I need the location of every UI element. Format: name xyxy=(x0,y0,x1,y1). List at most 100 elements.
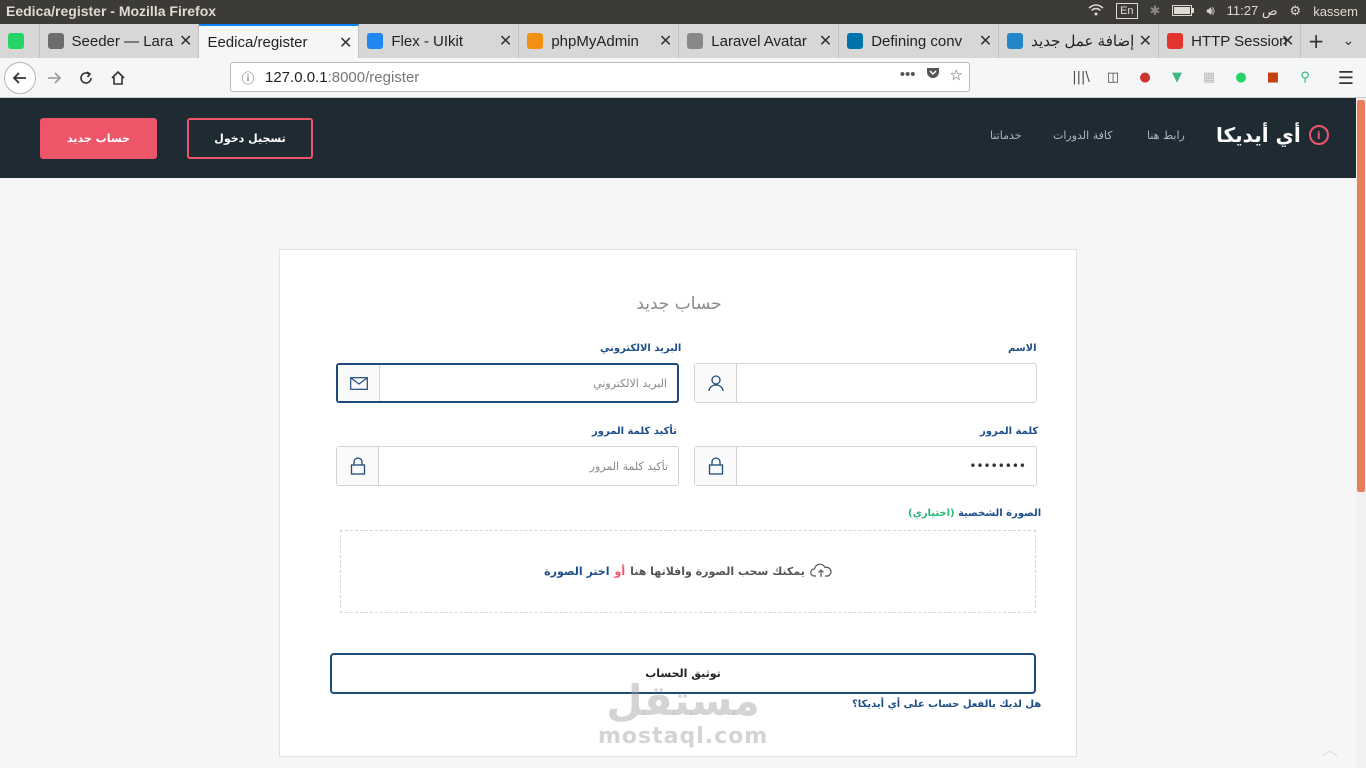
name-input[interactable] xyxy=(737,364,1036,402)
os-top-bar: Eedica/register - Mozilla Firefox En ✱ 🔊… xyxy=(0,0,1366,24)
tab-label: Seeder — Lara xyxy=(71,32,174,50)
nav-contact-link[interactable]: رابط هنا xyxy=(1147,129,1185,142)
user-name[interactable]: kassem xyxy=(1313,4,1358,19)
choose-image-link[interactable]: اختر الصورة xyxy=(544,565,609,578)
system-tray: En ✱ 🔊︎ 11:27 ص ⚙ kassem xyxy=(1088,3,1358,19)
home-button[interactable] xyxy=(102,62,134,94)
tab-close-icon[interactable]: ✕ xyxy=(1139,31,1152,51)
password-input[interactable] xyxy=(737,447,1036,485)
browser-tab[interactable]: إضافة عمل جديد ✕ xyxy=(999,24,1160,58)
bookmark-star-icon[interactable]: ☆ xyxy=(950,66,963,84)
tab-close-icon[interactable]: ✕ xyxy=(499,31,512,51)
tab-favicon-icon xyxy=(687,33,704,49)
browser-tab[interactable]: phpMyAdmin ✕ xyxy=(519,24,680,58)
email-label: البريد الالكتروني xyxy=(600,343,682,354)
tab-label: HTTP Session xyxy=(1191,32,1288,50)
search-extension-icon[interactable]: ⚲ xyxy=(1296,68,1314,86)
form-title: حساب جديد xyxy=(636,294,722,314)
name-label: الاسم xyxy=(1008,343,1037,354)
tab-close-icon[interactable]: ✕ xyxy=(979,31,992,51)
site-info-icon[interactable]: ⓘ xyxy=(231,68,265,87)
battery-icon[interactable] xyxy=(1172,4,1195,19)
list-all-tabs-button[interactable]: ⌄ xyxy=(1331,24,1366,58)
have-account-link[interactable]: هل لديك بالفعل حساب على أي أيديكا؟ xyxy=(852,699,1041,710)
back-button[interactable] xyxy=(4,62,36,94)
page-scrollbar[interactable] xyxy=(1356,98,1366,768)
volume-icon[interactable]: 🔊︎ xyxy=(1206,3,1214,19)
wifi-icon[interactable] xyxy=(1088,3,1104,19)
extension-grid-icon[interactable]: ▦ xyxy=(1200,68,1218,86)
url-path: :8000/register xyxy=(327,68,420,86)
browser-tab[interactable]: Eedica/register ✕ xyxy=(199,24,360,58)
window-title: Eedica/register - Mozilla Firefox xyxy=(6,3,217,19)
avatar-dropzone[interactable]: يمكنك سحب الصورة وافلاتها هنا أو اختر ال… xyxy=(340,530,1036,613)
name-field xyxy=(694,363,1037,403)
clock[interactable]: 11:27 ص xyxy=(1227,3,1278,19)
tab-favicon-icon xyxy=(47,33,64,49)
nav-courses-link[interactable]: كافة الدورات xyxy=(1053,129,1112,142)
tab-label: Eedica/register xyxy=(207,33,308,51)
tab-strip: Seeder — Lara ✕ Eedica/register ✕ Flex - UIk… xyxy=(0,24,1366,58)
dropzone-text: يمكنك سحب الصورة وافلاتها هنا xyxy=(630,565,805,578)
forward-arrow-icon xyxy=(48,72,62,84)
forward-button[interactable] xyxy=(38,62,70,94)
browser-tab[interactable] xyxy=(0,24,40,58)
home-icon xyxy=(111,70,125,85)
toolbar-extensions: |||\ ◫ ● ▼ ▦ ● ■ ⚲ xyxy=(1072,68,1314,86)
user-icon xyxy=(695,364,737,402)
extension-orange-icon[interactable]: ■ xyxy=(1264,68,1282,86)
tab-close-icon[interactable]: ✕ xyxy=(179,31,192,51)
confirm-password-input[interactable] xyxy=(379,447,678,485)
whatsapp-extension-icon[interactable]: ● xyxy=(1232,68,1250,86)
page-actions-icon[interactable]: ••• xyxy=(900,66,916,84)
mostaql-watermark: مستقل mostaql.com xyxy=(598,676,768,750)
navigation-toolbar: ⓘ 127.0.0.1 :8000/register ••• ☆ |||\ ◫ … xyxy=(0,58,1366,98)
scroll-to-top-icon[interactable]: ︿ xyxy=(1322,736,1338,760)
optional-tag: (اختياري) xyxy=(908,508,955,519)
settings-gear-icon[interactable]: ⚙ xyxy=(1290,3,1302,19)
envelope-icon xyxy=(338,365,380,401)
confirm-password-field xyxy=(336,446,679,486)
pocket-icon[interactable] xyxy=(926,66,940,84)
tab-close-icon[interactable]: ✕ xyxy=(1281,31,1294,51)
back-arrow-icon xyxy=(12,72,26,84)
nav-services-link[interactable]: خدماتنا xyxy=(990,129,1022,142)
dropzone-or: أو xyxy=(614,565,626,578)
menu-button[interactable]: ☰ xyxy=(1330,62,1362,94)
extension-balls-icon[interactable]: ● xyxy=(1136,68,1154,86)
signup-button[interactable]: حساب جديد xyxy=(40,118,157,159)
avatar-label-text: الصورة الشخصية xyxy=(958,508,1042,519)
bluetooth-icon[interactable]: ✱ xyxy=(1150,3,1161,19)
url-host: 127.0.0.1 xyxy=(265,68,328,86)
new-tab-button[interactable]: + xyxy=(1301,24,1330,58)
browser-tab[interactable]: Laravel Avatar ✕ xyxy=(679,24,840,58)
reload-button[interactable] xyxy=(70,62,102,94)
lock-icon xyxy=(337,447,379,485)
password-field xyxy=(694,446,1037,486)
tab-favicon-icon xyxy=(1007,33,1024,49)
info-logo-icon: i xyxy=(1308,125,1329,145)
watermark-arabic: مستقل xyxy=(606,676,760,725)
keyboard-language[interactable]: En xyxy=(1116,3,1138,19)
login-button[interactable]: تسجيل دخول xyxy=(187,118,313,159)
browser-tab[interactable]: Flex - UIkit ✕ xyxy=(359,24,520,58)
tab-close-icon[interactable]: ✕ xyxy=(819,31,832,51)
address-bar[interactable]: ⓘ 127.0.0.1 :8000/register ••• ☆ xyxy=(230,62,970,92)
site-logo[interactable]: أي أيديكا i xyxy=(1216,123,1329,147)
scrollbar-thumb[interactable] xyxy=(1357,100,1365,492)
tab-label: phpMyAdmin xyxy=(551,32,639,50)
library-icon[interactable]: |||\ xyxy=(1072,68,1090,86)
browser-tab[interactable]: Seeder — Lara ✕ xyxy=(40,24,200,58)
avatar-label: الصورة الشخصية (اختياري) xyxy=(908,508,1041,519)
vue-devtools-icon[interactable]: ▼ xyxy=(1168,68,1186,86)
sidebar-icon[interactable]: ◫ xyxy=(1104,68,1122,86)
tab-favicon-icon xyxy=(8,33,24,49)
tab-favicon-icon xyxy=(1167,33,1184,49)
tab-close-icon[interactable]: ✕ xyxy=(659,31,672,51)
confirm-password-label: تأكيد كلمة المرور xyxy=(592,426,677,437)
browser-tab[interactable]: Defining conv ✕ xyxy=(839,24,1000,58)
browser-tab[interactable]: HTTP Session ✕ xyxy=(1159,24,1302,58)
tab-close-icon[interactable]: ✕ xyxy=(339,33,352,53)
tab-favicon-icon xyxy=(527,33,544,49)
email-input[interactable] xyxy=(380,365,677,401)
